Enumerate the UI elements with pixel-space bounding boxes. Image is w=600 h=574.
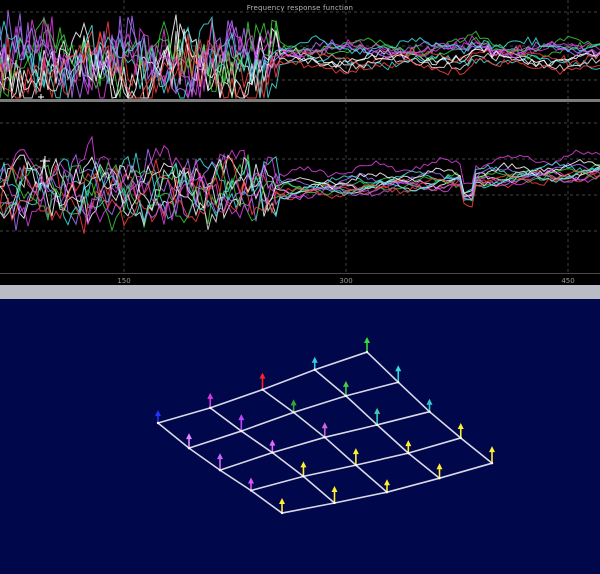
window-separator[interactable] [0,285,600,299]
cursor-crosshair[interactable] [40,156,50,166]
x-tick-150: 150 [117,277,131,285]
frf-magnitude-panel[interactable] [0,0,600,100]
x-tick-300: 300 [339,277,353,285]
x-tick-450: 450 [561,277,575,285]
mesh-row-line [219,410,430,471]
frf-plot-title: Frequency response function [246,4,354,12]
frf-magnitude-plot [0,0,600,100]
node-arrow[interactable] [364,337,370,354]
plate-wireframe-model [155,337,495,515]
mesh-column-line [262,388,388,493]
mesh-column-line [209,407,336,504]
frf-phase-panel[interactable] [0,101,600,273]
frf-trace [0,36,600,99]
frf-phase-plot [0,101,600,273]
frf-plot-window: Frequency response function 150 300 450 [0,0,600,287]
mode-shape-window[interactable] [0,299,600,574]
